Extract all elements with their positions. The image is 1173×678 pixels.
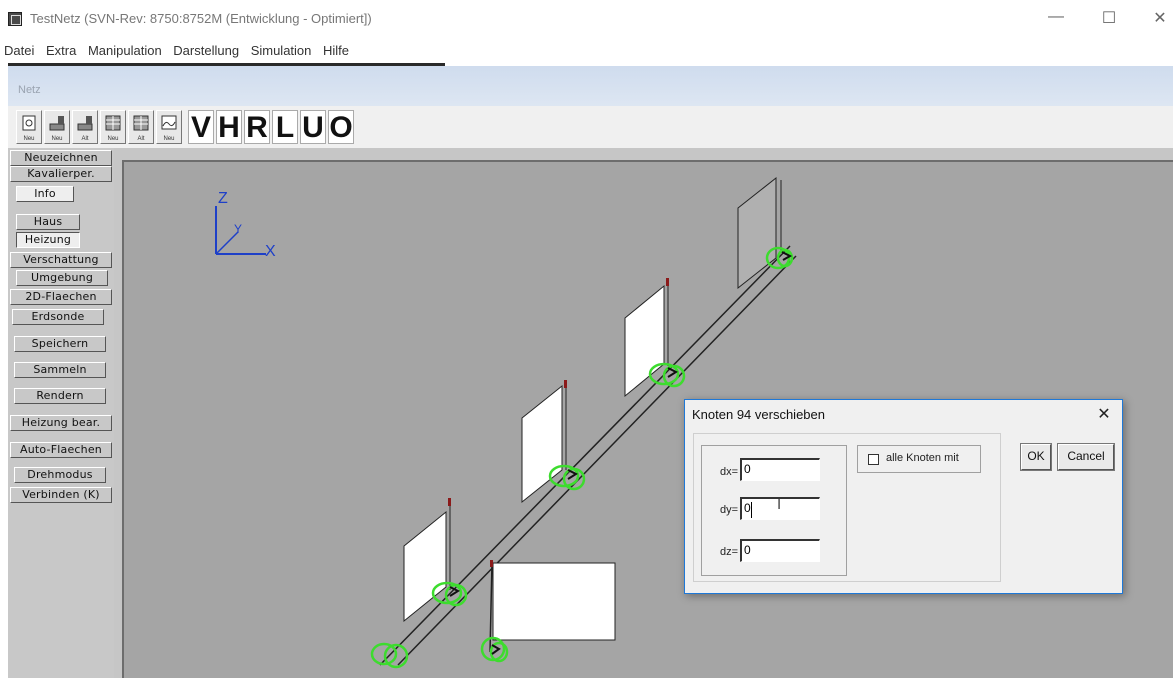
panel-title: Netz <box>18 84 41 96</box>
all-nodes-checkbox[interactable] <box>868 454 879 465</box>
sidebar-btn-speichern[interactable]: Speichern <box>14 336 106 352</box>
view-right-button[interactable]: R <box>244 110 270 144</box>
menu-manipulation[interactable]: Manipulation <box>84 40 166 58</box>
old-brick-button[interactable]: Alt <box>128 110 154 144</box>
new-brick-label: Neu <box>107 136 119 142</box>
dx-field[interactable]: 0 <box>740 458 820 481</box>
offset-fields-box: dx= 0 dy= 0 I dz= 0 <box>701 445 847 576</box>
all-nodes-option: alle Knoten mit <box>857 445 981 473</box>
old-brick-label: Alt <box>137 136 145 142</box>
toolbar: Neu Neu Alt Neu Alt Neu V H R L U O <box>8 106 1173 148</box>
sidebar-btn-heizung-bear[interactable]: Heizung bear. <box>10 415 112 431</box>
dialog-title: Knoten 94 verschieben <box>692 407 825 422</box>
old-wall-button[interactable]: Alt <box>72 110 98 144</box>
menu-extra[interactable]: Extra <box>42 40 80 58</box>
menu-darstellung[interactable]: Darstellung <box>169 40 243 58</box>
new-radiator-label: Neu <box>163 136 175 142</box>
dy-label: dy= <box>719 504 738 516</box>
old-brick-icon <box>133 115 149 131</box>
sidebar-btn-drehmodus[interactable]: Drehmodus <box>14 467 106 483</box>
sidebar-btn-verschattung[interactable]: Verschattung <box>10 252 112 268</box>
view-back-button[interactable]: H <box>216 110 242 144</box>
new-net-label: Neu <box>23 136 35 142</box>
cancel-button[interactable]: Cancel <box>1058 444 1114 470</box>
maximize-button[interactable]: ☐ <box>1089 8 1129 28</box>
sidebar-btn-umgebung[interactable]: Umgebung <box>16 270 108 286</box>
dz-field[interactable]: 0 <box>740 539 820 562</box>
sidebar-btn-erdsonde[interactable]: Erdsonde <box>12 309 104 325</box>
text-caret <box>751 502 752 518</box>
new-wall-button[interactable]: Neu <box>44 110 70 144</box>
close-window-button[interactable]: ✕ <box>1140 8 1173 28</box>
ok-button[interactable]: OK <box>1021 444 1051 470</box>
menu-bar: Datei Extra Manipulation Darstellung Sim… <box>0 40 1173 62</box>
new-radiator-button[interactable]: Neu <box>156 110 182 144</box>
new-net-button[interactable]: Neu <box>16 110 42 144</box>
menu-datei[interactable]: Datei <box>0 40 38 58</box>
old-wall-label: Alt <box>81 136 89 142</box>
view-bottom-button[interactable]: U <box>300 110 326 144</box>
new-wall-label: Neu <box>51 136 63 142</box>
sidebar-btn-info[interactable]: Info <box>16 186 74 202</box>
sidebar-btn-heizung[interactable]: Heizung <box>16 232 80 248</box>
sidebar-btn-sammeln[interactable]: Sammeln <box>14 362 106 378</box>
minimize-button[interactable]: — <box>1036 8 1076 26</box>
move-node-dialog: Knoten 94 verschieben ✕ dx= 0 dy= 0 I dz… <box>684 399 1123 594</box>
sidebar-btn-verbinden[interactable]: Verbinden (K) <box>10 487 112 503</box>
menu-simulation[interactable]: Simulation <box>247 40 316 58</box>
text-cursor-icon: I <box>777 496 782 513</box>
dz-label: dz= <box>719 546 738 558</box>
sidebar-btn-haus[interactable]: Haus <box>16 214 80 230</box>
sidebar: Neuzeichnen Kavalierper. Info Haus Heizu… <box>8 148 114 678</box>
view-left-button[interactable]: L <box>272 110 298 144</box>
view-front-button[interactable]: V <box>188 110 214 144</box>
old-wall-icon <box>77 116 93 131</box>
new-brick-icon <box>105 115 121 131</box>
all-nodes-label: alle Knoten mit <box>886 452 959 464</box>
sidebar-btn-2d-flaechen[interactable]: 2D-Flaechen <box>10 289 112 305</box>
panel-header: Netz <box>8 66 1173 106</box>
sidebar-btn-kavalierper[interactable]: Kavalierper. <box>10 166 112 182</box>
sidebar-btn-rendern[interactable]: Rendern <box>14 388 106 404</box>
window-title: TestNetz (SVN-Rev: 8750:8752M (Entwicklu… <box>30 11 372 26</box>
app-icon <box>8 12 22 26</box>
new-radiator-icon <box>161 115 177 130</box>
new-brick-button[interactable]: Neu <box>100 110 126 144</box>
title-bar: TestNetz (SVN-Rev: 8750:8752M (Entwicklu… <box>0 0 1173 40</box>
dx-label: dx= <box>719 466 738 478</box>
sidebar-btn-neuzeichnen[interactable]: Neuzeichnen <box>10 150 112 166</box>
sidebar-btn-auto-flaechen[interactable]: Auto-Flaechen <box>10 442 112 458</box>
new-net-icon <box>22 115 36 131</box>
dialog-close-button[interactable]: ✕ <box>1094 404 1114 424</box>
view-top-button[interactable]: O <box>328 110 354 144</box>
new-wall-icon <box>49 116 65 131</box>
menu-hilfe[interactable]: Hilfe <box>319 40 353 58</box>
